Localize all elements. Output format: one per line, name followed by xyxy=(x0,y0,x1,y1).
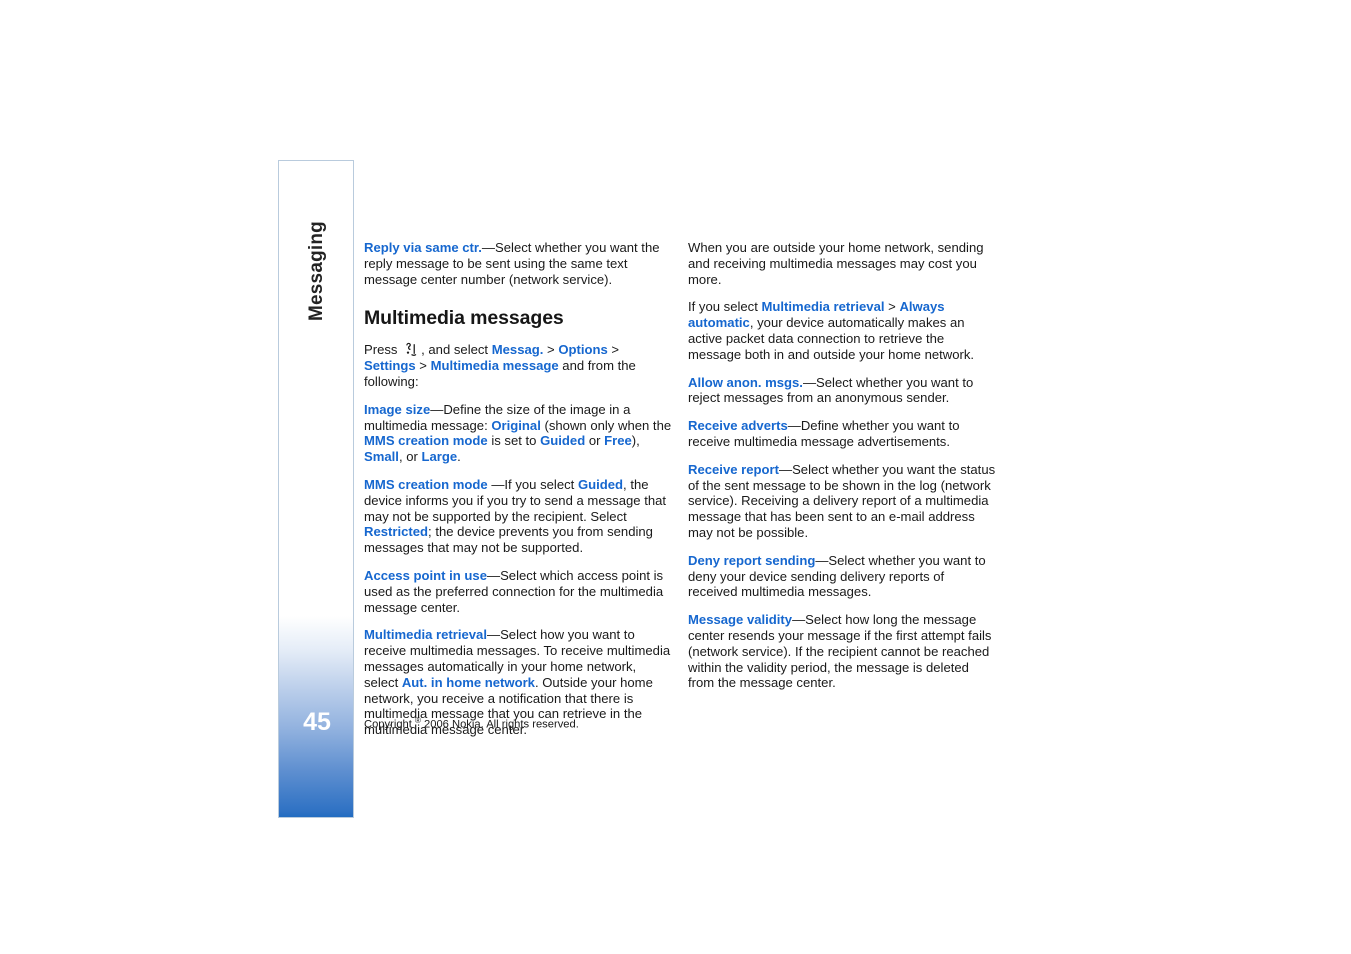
section-heading-multimedia-messages: Multimedia messages xyxy=(364,307,564,330)
value-aut-in-home-network: Aut. in home network xyxy=(401,674,535,690)
value-free: Free xyxy=(604,433,632,449)
text-if-you-select: If you select xyxy=(688,299,762,315)
menu-item-multimedia-message: Multimedia message xyxy=(430,358,559,374)
paragraph-message-validity: Message validity—Select how long the mes… xyxy=(688,612,996,691)
menu-item-settings: Settings xyxy=(364,358,416,374)
term-image-size: Image size xyxy=(364,401,431,417)
menu-key-icon xyxy=(405,342,418,357)
value-guided: Guided xyxy=(540,433,586,449)
term-mms-creation-mode-ref: MMS creation mode xyxy=(364,433,488,449)
paragraph-receive-adverts: Receive adverts—Define whether you want … xyxy=(688,418,996,450)
paragraph-receive-report: Receive report—Select whether you want t… xyxy=(688,462,996,541)
right-text-column: When you are outside your home network, … xyxy=(688,240,996,703)
footer-copyright: Copyright ® 2006 Nokia. All rights reser… xyxy=(364,714,579,732)
text-image-size-7: . xyxy=(457,449,461,465)
paragraph-outside-home-network: When you are outside your home network, … xyxy=(688,240,984,287)
term-deny-report-sending: Deny report sending xyxy=(688,552,816,568)
text-and-select: , and select xyxy=(421,342,492,358)
separator-2: > xyxy=(607,342,620,358)
term-message-validity: Message validity xyxy=(688,612,793,628)
value-guided-2: Guided xyxy=(577,476,624,492)
value-original: Original xyxy=(491,417,541,433)
paragraph-if-you-select-always-automatic: If you select Multimedia retrieval > Alw… xyxy=(688,299,996,362)
term-receive-report: Receive report xyxy=(688,461,779,477)
term-multimedia-retrieval-ref: Multimedia retrieval xyxy=(761,299,885,315)
paragraph-deny-report-sending: Deny report sending—Select whether you w… xyxy=(688,553,996,600)
separator-3: > xyxy=(415,358,431,374)
value-large: Large xyxy=(421,449,458,465)
chapter-tab-label-wrap: Messaging xyxy=(279,161,353,381)
paragraph-press-menu-path: Press , and select Messag. > Options > S… xyxy=(364,342,672,389)
text-mms-mode-1: —If you select xyxy=(491,476,578,492)
text-image-size-5: ), xyxy=(631,433,640,449)
paragraph-allow-anon-msgs: Allow anon. msgs.—Select whether you wan… xyxy=(688,375,996,407)
text-image-size-4: or xyxy=(585,433,605,449)
chapter-side-tab: Messaging 45 xyxy=(278,160,354,818)
text-image-size-2: (shown only when the xyxy=(540,417,672,433)
text-image-size-3: is set to xyxy=(487,433,541,449)
separator-1: > xyxy=(543,342,559,358)
term-multimedia-retrieval: Multimedia retrieval xyxy=(364,627,487,643)
term-reply-via-same-ctr: Reply via same ctr. xyxy=(364,240,482,255)
term-receive-adverts: Receive adverts xyxy=(688,418,788,434)
value-small: Small xyxy=(364,449,399,465)
copyright-suffix: 2006 Nokia. All rights reserved. xyxy=(420,718,579,731)
left-text-column: Reply via same ctr.—Select whether you w… xyxy=(364,240,672,750)
term-access-point-in-use: Access point in use xyxy=(364,567,487,583)
paragraph-access-point-in-use: Access point in use—Select which access … xyxy=(364,568,672,615)
term-allow-anon-msgs: Allow anon. msgs. xyxy=(688,374,803,390)
paragraph-reply-via-same-ctr: Reply via same ctr.—Select whether you w… xyxy=(364,240,672,287)
text-image-size-6: , or xyxy=(398,449,422,465)
paragraph-image-size: Image size—Define the size of the image … xyxy=(364,402,672,465)
copyright-prefix: Copyright xyxy=(364,718,415,731)
value-restricted: Restricted xyxy=(364,524,429,540)
text-press: Press xyxy=(364,342,402,358)
paragraph-mms-creation-mode: MMS creation mode —If you select Guided,… xyxy=(364,477,672,556)
menu-item-options: Options xyxy=(558,342,608,358)
separator-4: > xyxy=(884,299,900,315)
page-number: 45 xyxy=(303,708,331,736)
menu-item-messag: Messag. xyxy=(491,342,544,358)
term-mms-creation-mode: MMS creation mode xyxy=(364,476,492,492)
chapter-tab-label: Messaging xyxy=(306,221,327,321)
